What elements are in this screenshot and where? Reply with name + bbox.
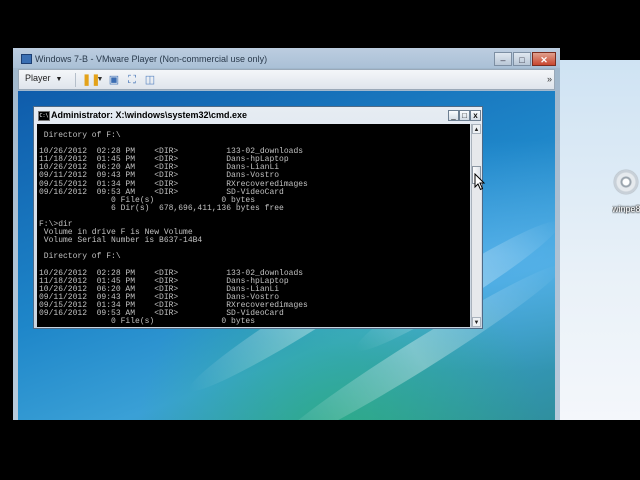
console-line: 6 Dir(s) 678,696,411,136 bytes free xyxy=(39,203,284,213)
console-line: Volume Serial Number is B637-14B4 xyxy=(39,236,203,246)
cmd-titlebar[interactable]: C:\ Administrator: X:\windows\system32\c… xyxy=(34,107,482,124)
unity-icon[interactable]: ◫ xyxy=(144,74,156,86)
window-title: Windows 7-B - VMware Player (Non-commerc… xyxy=(35,54,268,64)
scroll-down-icon[interactable]: ▼ xyxy=(472,317,481,327)
cmd-icon: C:\ xyxy=(38,111,50,121)
host-desktop xyxy=(558,60,640,420)
maximize-button[interactable]: □ xyxy=(513,52,531,66)
pause-icon[interactable]: ❚❚ xyxy=(82,74,100,86)
player-menu[interactable]: Player ▼ xyxy=(25,73,62,83)
desktop-icon-winpe[interactable]: winpe8 xyxy=(612,170,640,214)
console-line: 0 File(s) 0 bytes xyxy=(39,317,256,327)
cmd-window: C:\ Administrator: X:\windows\system32\c… xyxy=(33,106,483,329)
mouse-cursor-icon xyxy=(474,173,486,191)
console-scrollbar[interactable]: ▲ ▼ xyxy=(471,124,481,327)
minimize-button[interactable]: – xyxy=(494,52,512,66)
player-titlebar[interactable]: Windows 7-B - VMware Player (Non-commerc… xyxy=(13,48,560,68)
console-output[interactable]: Directory of F:\ 10/26/2012 02:28 PM <DIR… xyxy=(37,124,470,327)
send-ctrl-alt-del-icon[interactable]: ▣ xyxy=(108,74,120,86)
letterbox-bottom xyxy=(0,420,640,480)
chevron-down-icon: ▼ xyxy=(55,76,63,83)
desktop-icon-label: winpe8 xyxy=(612,204,640,214)
console-line: Directory of F:\ xyxy=(39,131,121,140)
cmd-minimize-button[interactable]: _ xyxy=(448,110,459,121)
cmd-close-button[interactable]: x xyxy=(470,110,481,121)
cmd-title: Administrator: X:\windows\system32\cmd.e… xyxy=(51,110,248,120)
vmware-app-icon xyxy=(21,54,32,64)
player-toolbar: Player ▼ ❚❚ ▼ ▣ ⛶ ◫ » xyxy=(18,69,555,90)
pause-dropdown-icon[interactable]: ▼ xyxy=(94,74,106,86)
disc-icon xyxy=(614,170,638,194)
toolbar-separator xyxy=(75,73,76,87)
console-line: Directory of F:\ xyxy=(39,252,121,262)
fullscreen-icon[interactable]: ⛶ xyxy=(126,74,138,86)
close-button[interactable]: ✕ xyxy=(532,52,556,66)
cmd-maximize-button[interactable]: □ xyxy=(459,110,470,121)
scroll-up-icon[interactable]: ▲ xyxy=(472,124,481,134)
console-lines: Directory of F:\ 10/26/2012 02:28 PM <DIR… xyxy=(39,131,308,327)
screen: winpe8 Windows 7-B - VMware Player (Non-… xyxy=(0,0,640,480)
chevron-double-right-icon[interactable]: » xyxy=(547,74,552,84)
player-menu-label: Player xyxy=(25,73,51,83)
